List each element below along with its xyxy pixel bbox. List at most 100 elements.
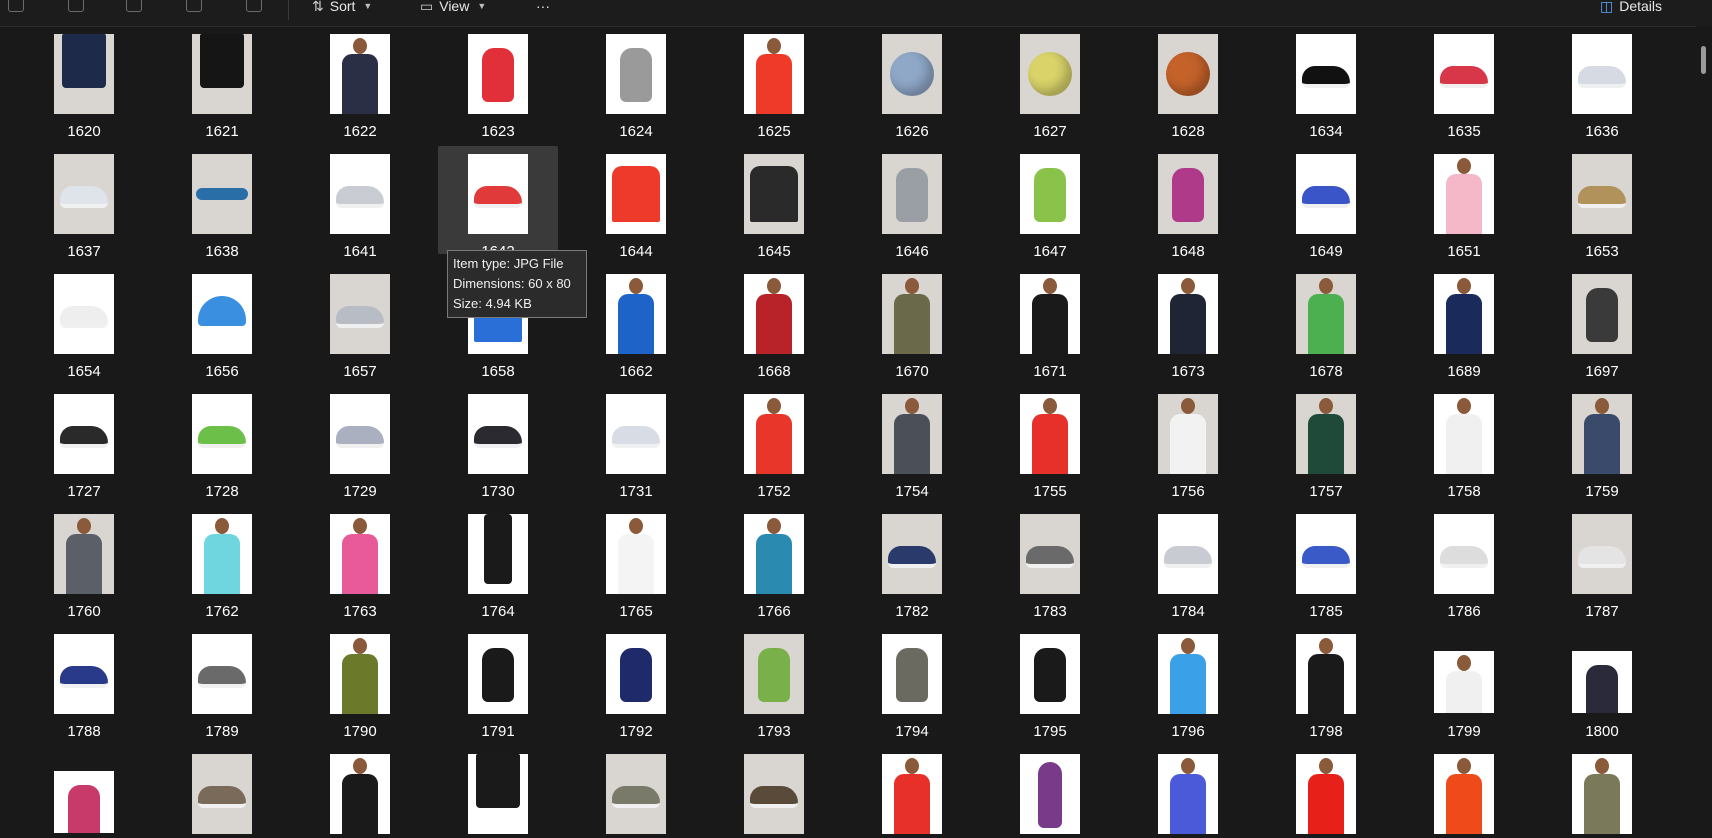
file-item[interactable] xyxy=(24,746,144,838)
file-item[interactable]: 1637 xyxy=(24,146,144,260)
file-item[interactable]: 1799 xyxy=(1404,626,1524,740)
file-item[interactable]: 1796 xyxy=(1128,626,1248,740)
file-item[interactable]: 1800 xyxy=(1542,626,1662,740)
file-item[interactable]: 1794 xyxy=(852,626,972,740)
file-item[interactable]: 1789 xyxy=(162,626,282,740)
file-item[interactable]: 1656 xyxy=(162,266,282,380)
ball-picture xyxy=(1166,52,1210,96)
file-item[interactable]: 1787 xyxy=(1542,506,1662,620)
file-item[interactable] xyxy=(162,746,282,838)
file-item[interactable]: 1620 xyxy=(24,26,144,140)
file-item[interactable]: 1795 xyxy=(990,626,1110,740)
file-item[interactable]: 1785 xyxy=(1266,506,1386,620)
file-item[interactable]: 1729 xyxy=(300,386,420,500)
file-item[interactable]: 1670 xyxy=(852,266,972,380)
rename-icon[interactable] xyxy=(126,0,142,12)
details-button[interactable]: ◫ Details xyxy=(1600,0,1662,18)
file-item[interactable] xyxy=(1128,746,1248,838)
file-item[interactable]: 1755 xyxy=(990,386,1110,500)
file-item[interactable]: 1766 xyxy=(714,506,834,620)
file-item[interactable]: 1727 xyxy=(24,386,144,500)
file-item[interactable]: 1641 xyxy=(300,146,420,260)
file-item[interactable]: 1689 xyxy=(1404,266,1524,380)
file-item[interactable]: 1673 xyxy=(1128,266,1248,380)
file-item[interactable]: 1668 xyxy=(714,266,834,380)
file-name-label: 1637 xyxy=(67,243,101,260)
head-shape xyxy=(1319,398,1333,414)
file-item[interactable]: 1760 xyxy=(24,506,144,620)
file-item[interactable] xyxy=(990,746,1110,838)
share-icon[interactable] xyxy=(186,0,202,12)
vertical-scrollbar[interactable] xyxy=(1696,26,1712,838)
thumbnail-image xyxy=(468,394,528,474)
file-item[interactable]: 1662 xyxy=(576,266,696,380)
file-item[interactable]: 1635 xyxy=(1404,26,1524,140)
file-item[interactable]: 1634 xyxy=(1266,26,1386,140)
file-item[interactable]: 1648 xyxy=(1128,146,1248,260)
file-item[interactable]: 1765 xyxy=(576,506,696,620)
file-item[interactable]: 1645 xyxy=(714,146,834,260)
file-item[interactable] xyxy=(714,746,834,838)
file-item[interactable] xyxy=(1266,746,1386,838)
file-item[interactable]: 1647 xyxy=(990,146,1110,260)
file-item[interactable]: 1642 xyxy=(438,146,558,260)
file-item[interactable]: 1782 xyxy=(852,506,972,620)
file-item[interactable]: 1759 xyxy=(1542,386,1662,500)
file-item[interactable]: 1792 xyxy=(576,626,696,740)
file-item[interactable] xyxy=(852,746,972,838)
file-item[interactable]: 1622 xyxy=(300,26,420,140)
file-item[interactable]: 1678 xyxy=(1266,266,1386,380)
file-item[interactable]: 1730 xyxy=(438,386,558,500)
more-options-button[interactable]: ··· xyxy=(536,0,550,18)
file-item[interactable]: 1626 xyxy=(852,26,972,140)
file-item[interactable]: 1758 xyxy=(1404,386,1524,500)
file-item[interactable]: 1636 xyxy=(1542,26,1662,140)
file-item[interactable]: 1764 xyxy=(438,506,558,620)
file-item[interactable] xyxy=(300,746,420,838)
scrollbar-thumb[interactable] xyxy=(1701,46,1706,74)
file-item[interactable]: 1621 xyxy=(162,26,282,140)
file-item[interactable]: 1763 xyxy=(300,506,420,620)
file-item[interactable]: 1657 xyxy=(300,266,420,380)
paste-icon[interactable] xyxy=(68,0,84,12)
file-item[interactable]: 1788 xyxy=(24,626,144,740)
file-item[interactable]: 1644 xyxy=(576,146,696,260)
file-item[interactable]: 1628 xyxy=(1128,26,1248,140)
file-item[interactable]: 1671 xyxy=(990,266,1110,380)
file-item[interactable]: 1790 xyxy=(300,626,420,740)
file-item[interactable]: 1784 xyxy=(1128,506,1248,620)
file-item[interactable]: 1651 xyxy=(1404,146,1524,260)
file-item[interactable]: 1798 xyxy=(1266,626,1386,740)
file-item[interactable]: 1731 xyxy=(576,386,696,500)
file-item[interactable] xyxy=(1542,746,1662,838)
file-item[interactable]: 1752 xyxy=(714,386,834,500)
file-name-label: 1765 xyxy=(619,603,653,620)
file-item[interactable] xyxy=(576,746,696,838)
file-item[interactable]: 1649 xyxy=(1266,146,1386,260)
file-item[interactable]: 1783 xyxy=(990,506,1110,620)
file-item[interactable]: 1756 xyxy=(1128,386,1248,500)
file-item[interactable]: 1762 xyxy=(162,506,282,620)
file-item[interactable]: 1754 xyxy=(852,386,972,500)
file-item[interactable]: 1625 xyxy=(714,26,834,140)
file-item[interactable]: 1638 xyxy=(162,146,282,260)
file-item[interactable]: 1646 xyxy=(852,146,972,260)
file-item[interactable]: 1627 xyxy=(990,26,1110,140)
file-item[interactable]: 1624 xyxy=(576,26,696,140)
view-button[interactable]: ▭ View ▼ xyxy=(420,0,486,18)
file-item[interactable]: 1653 xyxy=(1542,146,1662,260)
file-item[interactable]: 1623 xyxy=(438,26,558,140)
file-item[interactable] xyxy=(438,746,558,838)
file-item[interactable]: 1697 xyxy=(1542,266,1662,380)
copy-icon[interactable] xyxy=(8,0,24,12)
file-item[interactable]: 1654 xyxy=(24,266,144,380)
sort-button[interactable]: ⇅ Sort ▼ xyxy=(312,0,372,18)
file-item[interactable]: 1791 xyxy=(438,626,558,740)
delete-icon[interactable] xyxy=(246,0,262,12)
file-item[interactable]: 1793 xyxy=(714,626,834,740)
file-item[interactable]: 1786 xyxy=(1404,506,1524,620)
file-item[interactable] xyxy=(1404,746,1524,838)
file-item[interactable]: 1757 xyxy=(1266,386,1386,500)
thumbnail-image xyxy=(1434,34,1494,114)
file-item[interactable]: 1728 xyxy=(162,386,282,500)
